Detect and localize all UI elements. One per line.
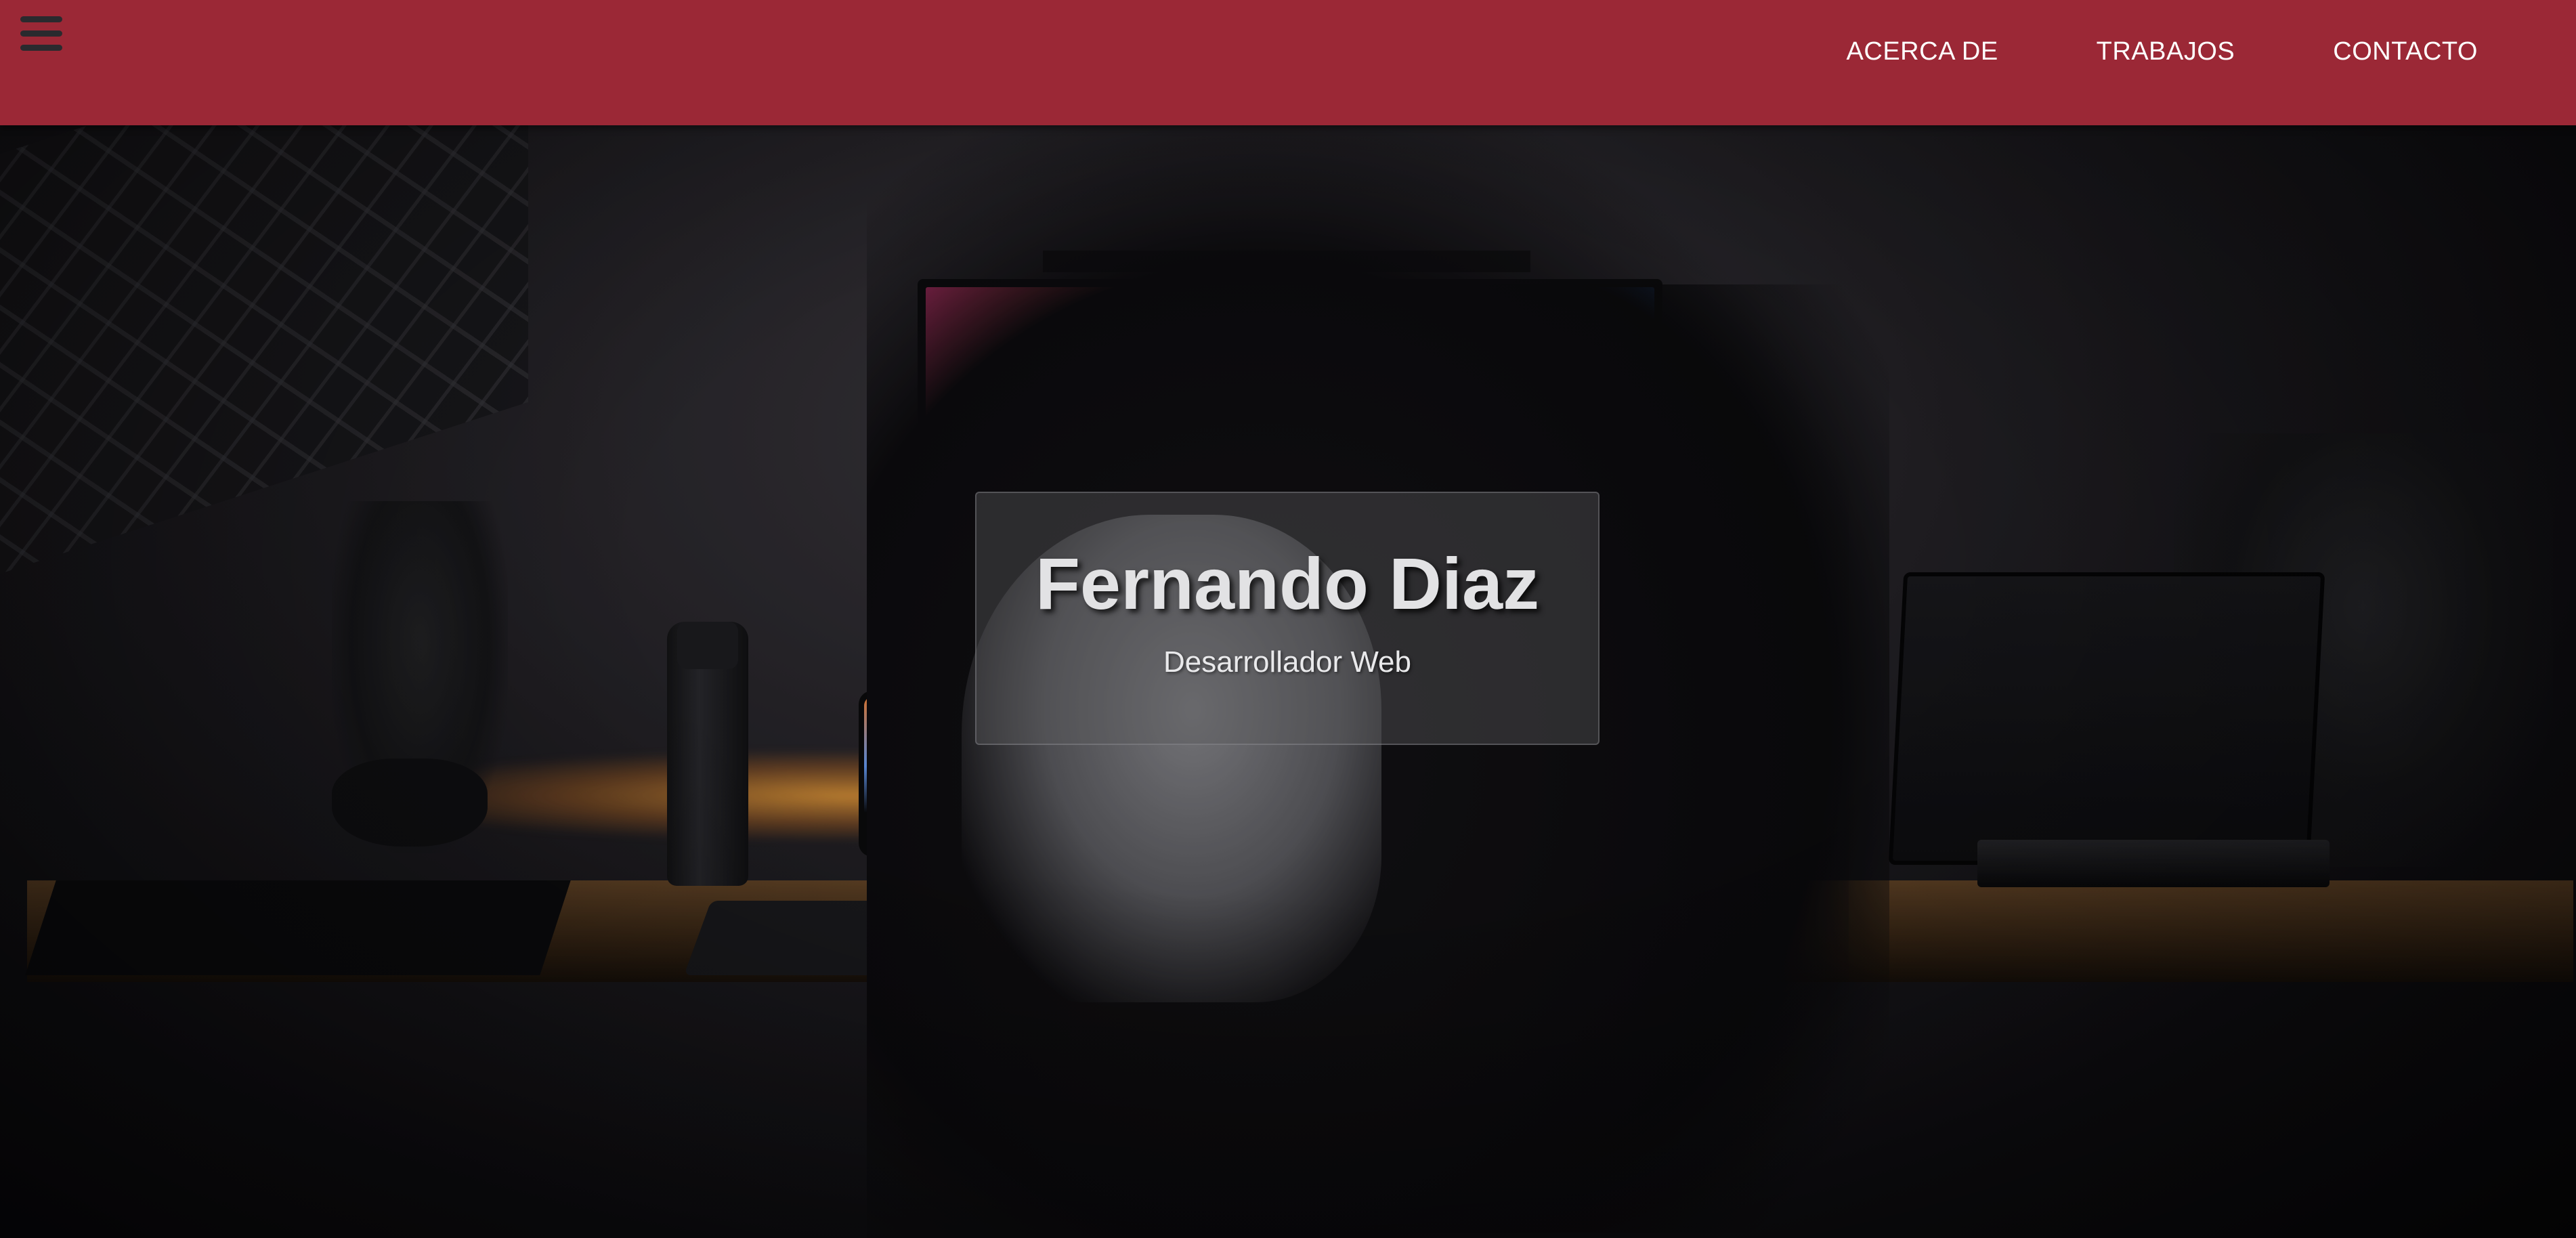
hamburger-line bbox=[20, 45, 62, 51]
hero-title-card: Fernando Diaz Desarrollador Web bbox=[975, 492, 1600, 745]
hamburger-line bbox=[20, 16, 62, 22]
nav-link-acerca-de[interactable]: ACERCA DE bbox=[1847, 37, 1998, 66]
nav-link-trabajos[interactable]: TRABAJOS bbox=[2097, 37, 2235, 66]
hamburger-line bbox=[20, 30, 62, 37]
top-navbar: ACERCA DE TRABAJOS CONTACTO bbox=[0, 0, 2576, 125]
hero-name: Fernando Diaz bbox=[1035, 542, 1540, 624]
hamburger-menu-icon[interactable] bbox=[20, 16, 62, 51]
nav-link-contacto[interactable]: CONTACTO bbox=[2333, 37, 2478, 66]
hero-subtitle: Desarrollador Web bbox=[1163, 645, 1411, 679]
nav-links: ACERCA DE TRABAJOS CONTACTO bbox=[1847, 0, 2478, 125]
